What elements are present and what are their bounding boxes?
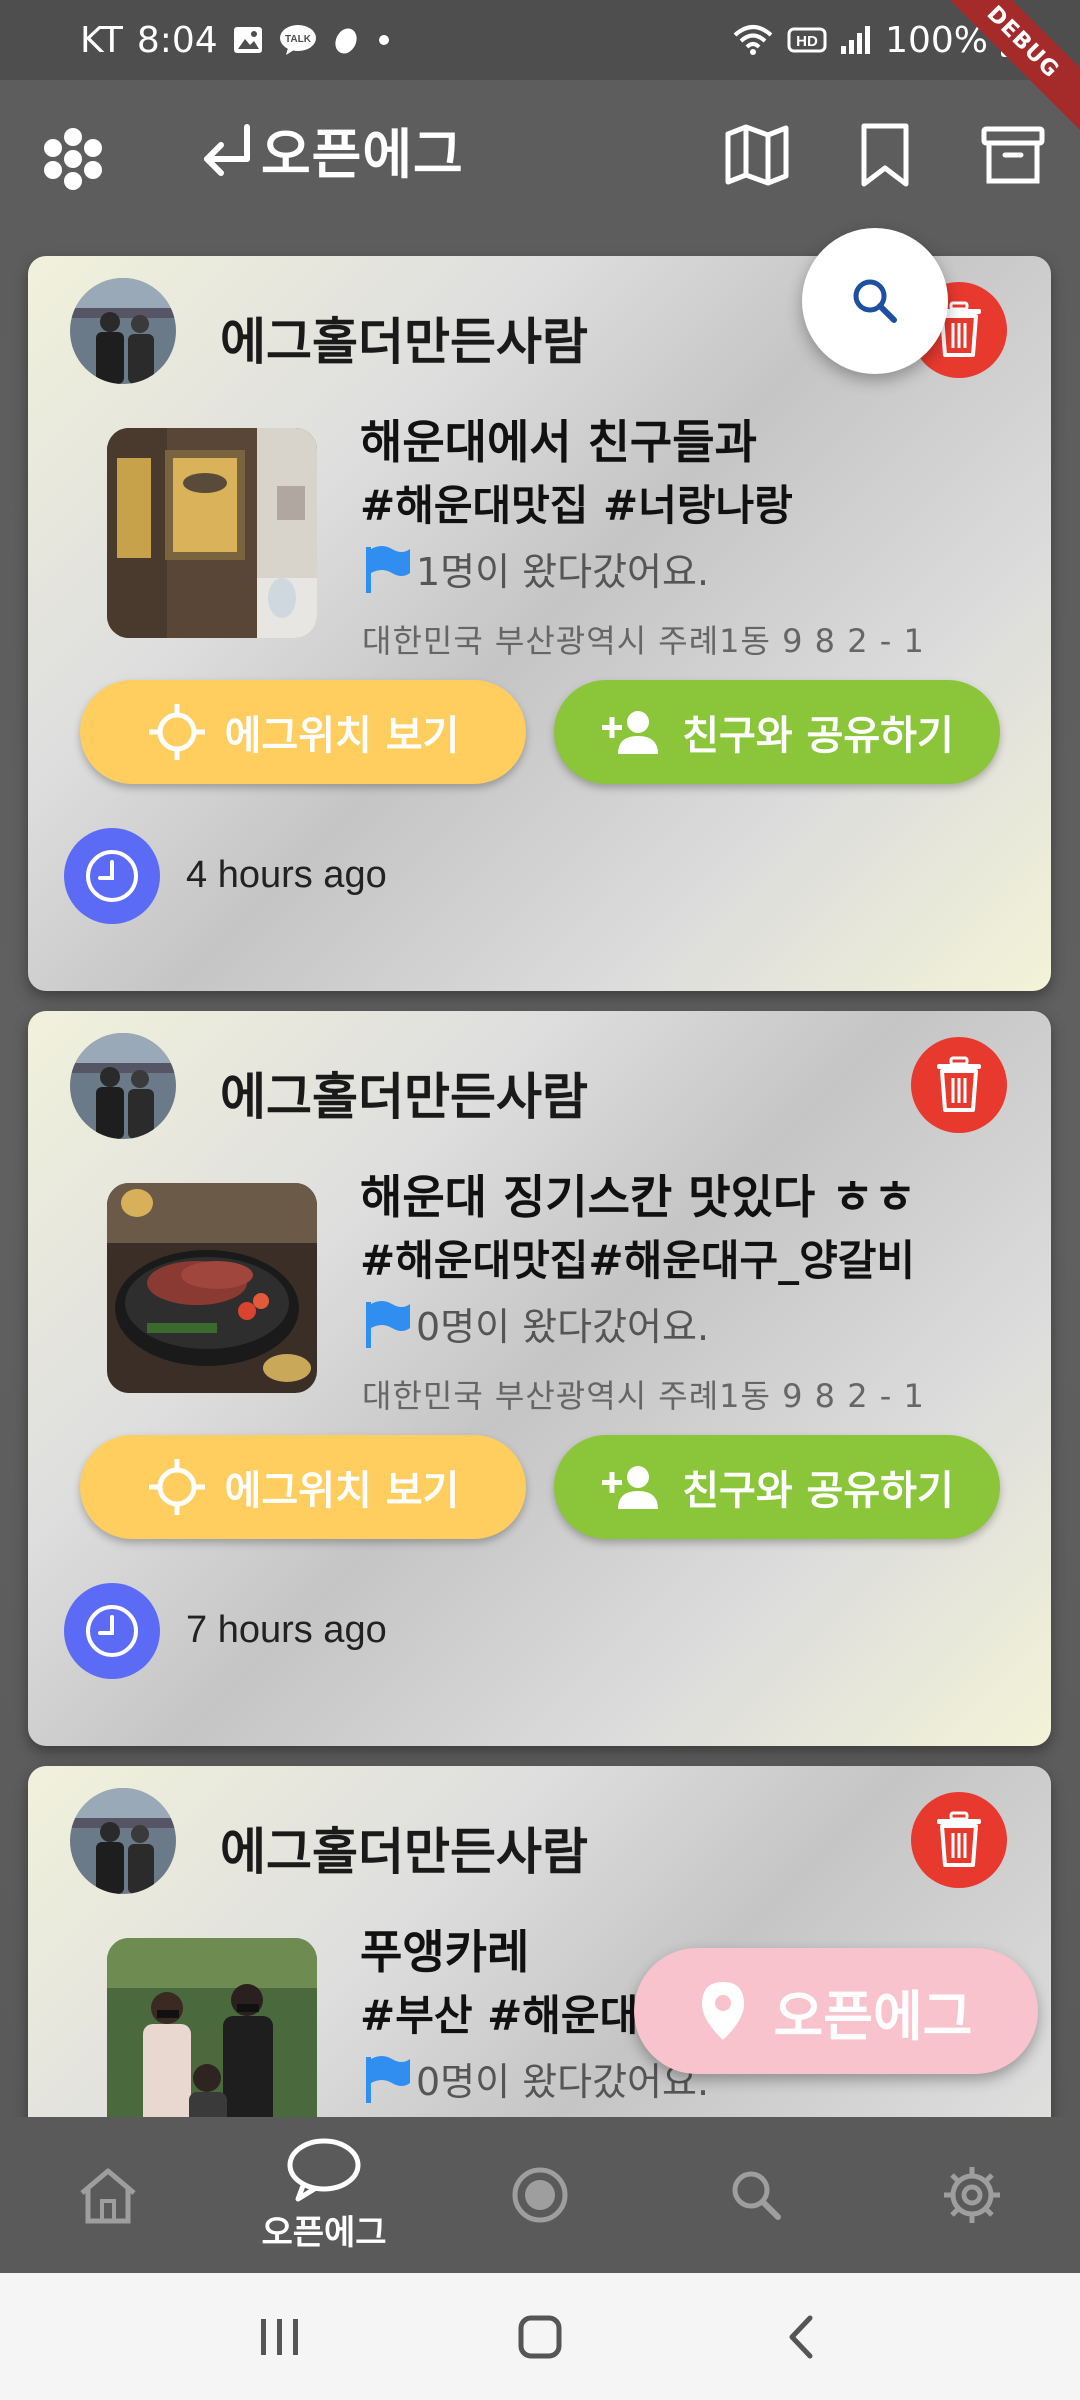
egg-notification-icon <box>332 25 360 55</box>
wifi-icon <box>731 23 775 57</box>
post-title: 푸앵카레 <box>360 1925 530 1979</box>
post-time-ago: 4 hours ago <box>186 854 387 896</box>
post-hashtags: #부산 #해운대 <box>360 1991 639 2040</box>
home-square-icon <box>518 2315 562 2358</box>
author-name: 에그홀더만든사람 <box>220 313 588 371</box>
gps-crosshair-icon <box>148 1459 205 1515</box>
app-bar: 오픈에그 <box>0 80 1080 220</box>
post-card[interactable]: 에그홀더만든사람 해운대 징기스칸 맛있다 ㅎㅎ #해운대맛집#해운대구_양갈비 <box>28 1011 1051 1746</box>
back-system-button[interactable] <box>755 2292 845 2382</box>
hd-voice-icon: HD <box>787 25 827 55</box>
flag-icon <box>366 1300 410 1348</box>
open-egg-fab-button[interactable]: 오픈에그 <box>634 1948 1038 2074</box>
flag-icon <box>366 545 410 593</box>
menu-dots-icon[interactable] <box>38 124 108 194</box>
share-with-friend-label: 친구와 공유하기 <box>682 713 954 759</box>
page-title: 오픈에그 <box>261 123 464 186</box>
flag-icon <box>366 2055 410 2103</box>
post-title: 해운대에서 친구들과 <box>360 415 757 469</box>
map-icon[interactable] <box>724 120 790 190</box>
nav-item-settings[interactable] <box>864 2117 1080 2273</box>
back-chevron-icon <box>789 2315 813 2358</box>
post-hashtags: #해운대맛집 #너랑나랑 <box>360 481 793 530</box>
post-thumbnail[interactable] <box>107 1183 317 1393</box>
search-icon <box>853 279 897 323</box>
post-time-ago: 7 hours ago <box>186 1609 387 1651</box>
clock-time: 8:04 <box>136 19 218 61</box>
view-egg-location-label: 에그위치 보기 <box>224 1468 460 1514</box>
chat-bubble-icon <box>287 2138 361 2201</box>
system-navigation-bar <box>0 2273 1080 2400</box>
gps-crosshair-icon <box>148 704 205 760</box>
trash-icon <box>937 1056 981 1112</box>
more-notifications-dot-icon <box>374 30 394 50</box>
archive-icon[interactable] <box>980 120 1046 190</box>
app-title-group[interactable]: 오픈에그 <box>195 110 464 189</box>
location-pin-icon <box>701 1982 744 2040</box>
back-arrow-icon[interactable] <box>195 117 257 183</box>
svg-text:HD: HD <box>796 33 818 50</box>
nav-item-home[interactable] <box>0 2117 216 2273</box>
visit-count: 1명이 왔다갔어요. <box>416 550 710 594</box>
post-feed[interactable]: 에그홀더만든사람 해운대에서 친구들과 #해운대맛집 #너랑나랑 1명이 왔다갔… <box>0 220 1080 2117</box>
nav-item-record[interactable] <box>432 2117 648 2273</box>
recent-apps-icon <box>261 2318 298 2355</box>
share-with-friend-label: 친구와 공유하기 <box>682 1468 954 1514</box>
nav-item-search[interactable] <box>648 2117 864 2273</box>
author-name: 에그홀더만든사람 <box>220 1068 588 1126</box>
home-system-button[interactable] <box>495 2292 585 2382</box>
share-with-friend-button[interactable]: 친구와 공유하기 <box>554 680 1000 784</box>
nav-item-open-egg[interactable]: 오픈에그 <box>216 2117 432 2273</box>
author-name: 에그홀더만든사람 <box>220 1823 588 1881</box>
settings-icon <box>944 2167 1000 2223</box>
share-with-friend-button[interactable]: 친구와 공유하기 <box>554 1435 1000 1539</box>
visit-count: 0명이 왔다갔어요. <box>416 1305 710 1349</box>
home-icon <box>80 2168 136 2224</box>
visit-count-row: 0명이 왔다갔어요. <box>362 1296 709 1351</box>
search-fab-button[interactable] <box>802 228 948 374</box>
status-bar: KT 8:04 TALK HD 100% <box>0 0 1080 80</box>
post-address: 대한민국 부산광역시 주례1동 9 8 2 - 1 <box>362 622 925 660</box>
post-thumbnail[interactable] <box>107 428 317 638</box>
author-avatar[interactable] <box>70 1033 176 1139</box>
trash-icon <box>937 1811 981 1867</box>
author-avatar[interactable] <box>70 1788 176 1894</box>
post-address: 대한민국 부산광역시 주례1동 9 8 2 - 1 <box>362 1377 925 1415</box>
post-hashtags: #해운대맛집#해운대구_양갈비 <box>360 1236 916 1285</box>
svg-text:TALK: TALK <box>285 34 312 45</box>
carrier-label: KT <box>80 19 123 61</box>
person-add-icon <box>602 711 659 754</box>
delete-button[interactable] <box>911 1792 1007 1888</box>
recent-apps-button[interactable] <box>235 2292 325 2382</box>
open-egg-fab-label: 오픈에그 <box>773 1984 973 2048</box>
view-egg-location-button[interactable]: 에그위치 보기 <box>80 1435 526 1539</box>
person-add-icon <box>602 1466 659 1509</box>
visit-count-row: 1명이 왔다갔어요. <box>362 541 709 596</box>
clock-icon <box>64 1583 160 1679</box>
search-icon <box>732 2171 781 2220</box>
battery-percent: 100% <box>885 19 988 61</box>
clock-icon <box>64 828 160 924</box>
bookmark-icon[interactable] <box>852 120 918 190</box>
view-egg-location-button[interactable]: 에그위치 보기 <box>80 680 526 784</box>
author-avatar[interactable] <box>70 278 176 384</box>
delete-button[interactable] <box>911 1037 1007 1133</box>
view-egg-location-label: 에그위치 보기 <box>224 713 460 759</box>
kakaotalk-notification-icon: TALK <box>278 24 318 56</box>
nav-item-open-egg-label: 오픈에그 <box>261 2212 387 2253</box>
record-icon <box>512 2167 568 2223</box>
bottom-navigation: 오픈에그 <box>0 2117 1080 2273</box>
gallery-notification-icon <box>232 25 264 55</box>
signal-icon <box>839 24 873 56</box>
post-thumbnail[interactable] <box>107 1938 317 2117</box>
post-title: 해운대 징기스칸 맛있다 ㅎㅎ <box>360 1170 916 1224</box>
